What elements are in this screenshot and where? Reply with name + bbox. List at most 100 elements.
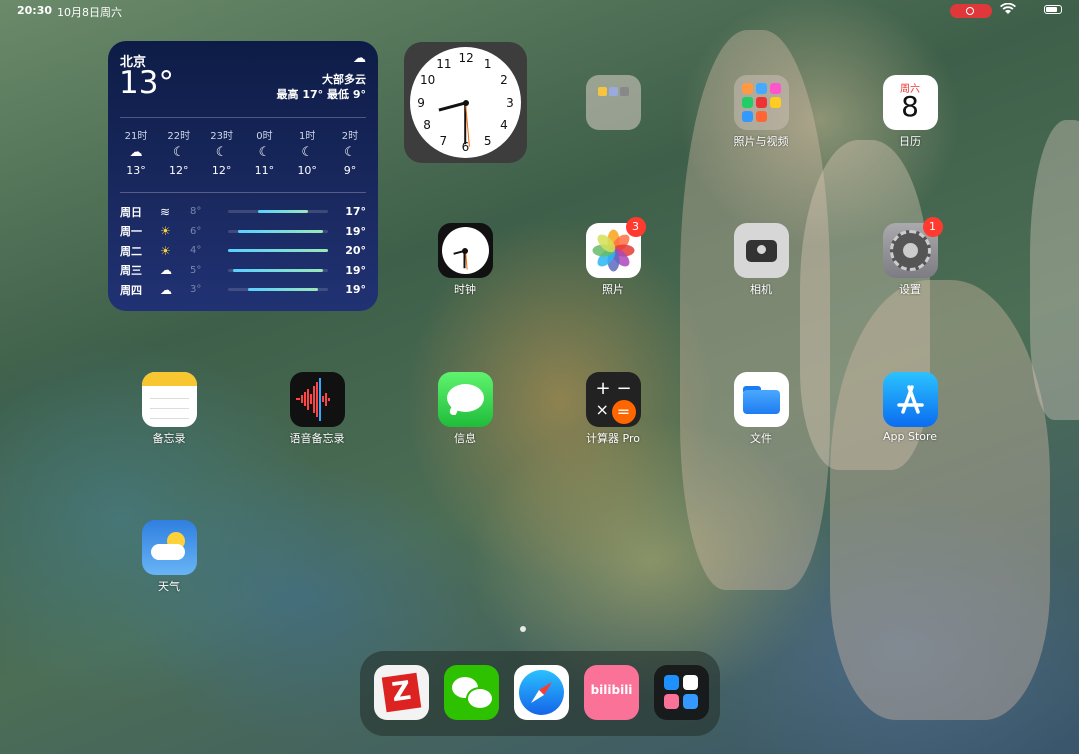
clock-center (462, 99, 469, 106)
moon-icon: ☾ (301, 145, 314, 160)
app-label: 计算器 Pro (586, 432, 640, 445)
app-label: 照片与视频 (733, 135, 789, 148)
daily-day: 周一 (120, 225, 142, 239)
calculator-icon: + − × = (585, 372, 641, 427)
hourly-temp: 13° (126, 164, 146, 177)
daily-row: 周二 ☀ 4° 20° (120, 241, 366, 261)
hourly-temp: 12° (211, 164, 232, 177)
app-label: 设置 (899, 283, 921, 296)
wallpaper-figure (830, 280, 1050, 720)
clock-widget[interactable]: 1 2 3 4 5 6 7 8 9 10 11 12 (404, 42, 527, 163)
app-label: 日历 (899, 135, 921, 148)
daily-day: 周日 (120, 205, 142, 219)
files-icon (733, 372, 789, 427)
clock-numeral: 1 (483, 57, 492, 72)
camera-icon (733, 223, 789, 278)
app-label: 照片 (602, 283, 624, 296)
daily-high: 19° (345, 224, 366, 238)
app-folder[interactable] (568, 75, 658, 133)
weather-high-low: 最高 17° 最低 9° (276, 88, 366, 101)
temp-range-fill (233, 268, 323, 272)
temp-range-fill (228, 249, 328, 253)
daily-forecast: 周日 ≋ 8° 17° 周一 ☀ 6° 19° 周二 ☀ 4° 20° 周三 ☁ 5° 19° 周四 ☁ 3… (120, 202, 366, 300)
dock-app-wechat[interactable] (444, 665, 499, 720)
hourly-item: 1时 ☾ 10° (287, 127, 327, 177)
daily-day: 周四 (120, 283, 142, 297)
bilibili-icon: bilibili (584, 683, 639, 697)
app-weather[interactable]: 天气 (124, 520, 214, 594)
notification-badge: 1 (922, 217, 943, 237)
hourly-time: 22时 (167, 131, 191, 142)
dock-app-zotero[interactable]: Z (374, 665, 429, 720)
app-notes[interactable]: 备忘录 (124, 372, 214, 446)
hourly-item: 21时 ☁ 13° (116, 127, 156, 177)
clock-numeral: 8 (423, 117, 431, 132)
app-settings[interactable]: 1 设置 (865, 217, 955, 297)
sun-icon: ☀ (160, 243, 171, 258)
calendar-day: 8 (901, 90, 919, 123)
app-files[interactable]: 文件 (716, 372, 806, 446)
app-photos[interactable]: 3 照片 (568, 217, 658, 297)
divider (120, 192, 366, 193)
hourly-forecast: 21时 ☁ 13° 22时 ☾ 12° 23时 ☾ 12° 0时 ☾ 11° 1时 ☾ 10° 2时… (116, 127, 370, 177)
app-photos-video[interactable]: 照片与视频 (716, 75, 806, 149)
app-voice-memos[interactable]: 语音备忘录 (272, 372, 362, 446)
daily-low: 6° (190, 225, 202, 237)
moon-icon: ☾ (258, 145, 271, 160)
hourly-time: 2时 (341, 131, 359, 142)
daily-low: 3° (190, 284, 202, 296)
zotero-glyph: Z (389, 675, 413, 709)
waveform-icon (289, 372, 345, 427)
temp-range-bar (228, 249, 328, 253)
sun-icon: ☀ (160, 224, 171, 239)
app-messages[interactable]: 信息 (420, 372, 510, 446)
daily-low: 8° (190, 206, 202, 218)
temp-range-bar (228, 229, 328, 233)
cloud-moon-icon: ☁ (129, 145, 143, 160)
cloud-icon: ☁ (353, 51, 366, 66)
temp-range-fill (238, 229, 323, 233)
app-clock[interactable]: 时钟 (420, 223, 510, 297)
daily-row: 周四 ☁ 3° 19° (120, 280, 366, 300)
weather-condition: 大部多云 (322, 73, 366, 86)
daily-high: 19° (345, 283, 366, 297)
record-icon (966, 7, 974, 15)
hourly-temp: 10° (297, 164, 317, 177)
folder-icon (733, 75, 789, 130)
wallpaper-figure (1030, 120, 1079, 420)
status-bar: 20:30 10月8日周六 (0, 0, 1079, 20)
app-camera[interactable]: 相机 (716, 223, 806, 297)
app-calendar[interactable]: 周六 8 日历 (865, 75, 955, 149)
daily-high: 19° (345, 263, 366, 277)
folder-icon (585, 75, 641, 130)
app-app-store[interactable]: App Store (865, 372, 955, 443)
screen-recording-indicator[interactable] (950, 4, 992, 18)
daily-row: 周三 ☁ 5° 19° (120, 261, 366, 281)
daily-day: 周三 (120, 264, 142, 278)
battery-icon (1044, 5, 1062, 14)
daily-high: 20° (345, 244, 366, 258)
clock-numeral: 12 (458, 51, 474, 66)
dock-app-library[interactable] (654, 665, 709, 720)
moon-icon: ☾ (172, 145, 185, 160)
page-indicator[interactable] (520, 626, 526, 632)
dock-app-safari[interactable] (514, 665, 569, 720)
app-calculator[interactable]: + − × = 计算器 Pro (568, 372, 658, 446)
status-date: 10月8日周六 (57, 6, 122, 19)
clock-numeral: 3 (506, 95, 514, 110)
temp-range-bar (228, 210, 328, 214)
daily-low: 4° (190, 245, 202, 257)
weather-current-temp: 13° (119, 65, 174, 101)
divider (120, 117, 366, 118)
daily-high: 17° (345, 205, 366, 219)
wind-icon: ≋ (160, 204, 171, 219)
hourly-time: 0时 (256, 131, 273, 142)
weather-widget[interactable]: 北京 13° ☁ 大部多云 最高 17° 最低 9° 21时 ☁ 13° 22时 ☾ 1… (108, 41, 378, 311)
wifi-icon (1000, 2, 1016, 18)
app-label: 语音备忘录 (289, 432, 345, 445)
clock-icon (437, 223, 493, 278)
hourly-time: 1时 (299, 131, 316, 142)
hourly-temp: 12° (169, 164, 189, 177)
clock-numeral: 5 (483, 133, 492, 148)
dock-app-bilibili[interactable]: bilibili (584, 665, 639, 720)
